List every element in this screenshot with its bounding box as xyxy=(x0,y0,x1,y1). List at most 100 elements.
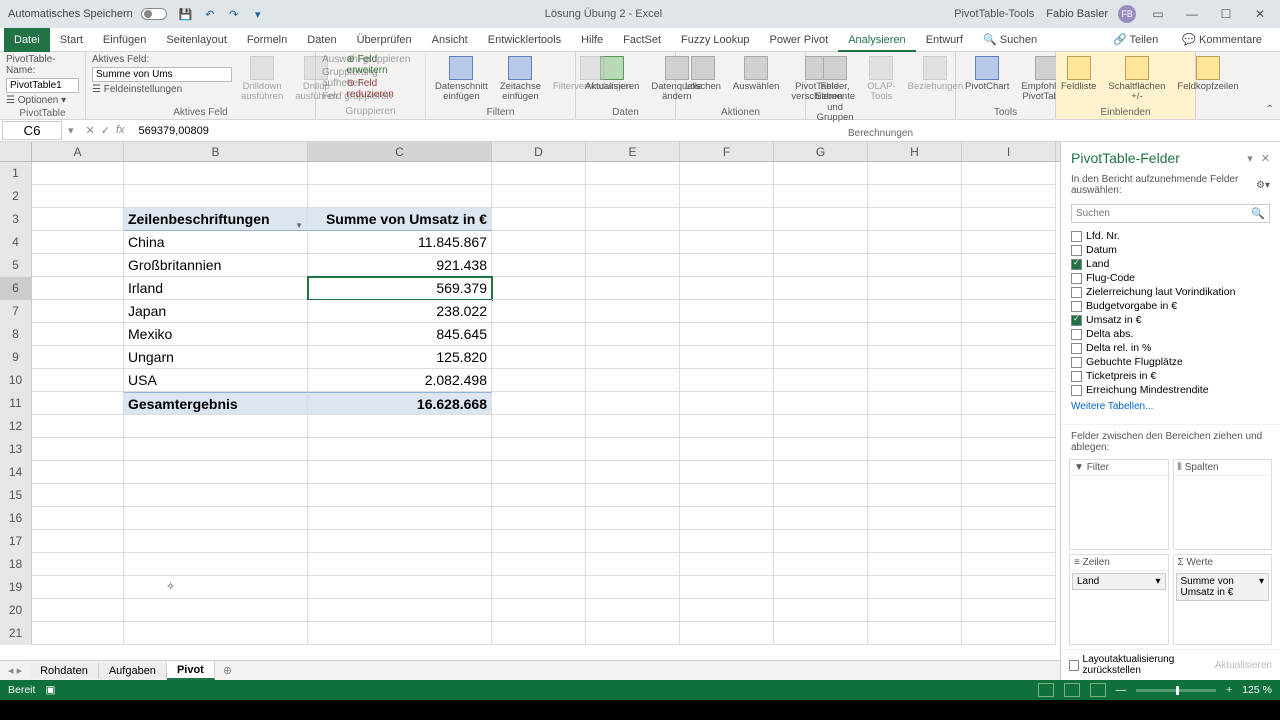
active-field-input[interactable] xyxy=(92,67,232,82)
sheet-nav[interactable]: ◂ ▸ xyxy=(0,664,30,677)
cell[interactable] xyxy=(868,277,962,300)
cell[interactable] xyxy=(680,185,774,208)
cell[interactable] xyxy=(868,208,962,231)
cell[interactable] xyxy=(774,277,868,300)
field-item[interactable]: Umsatz in € xyxy=(1071,313,1270,327)
cell[interactable] xyxy=(586,392,680,415)
cell[interactable] xyxy=(868,185,962,208)
cell[interactable] xyxy=(680,553,774,576)
pivottable-name-input[interactable] xyxy=(6,78,79,93)
row-header[interactable]: 20 xyxy=(0,599,32,622)
cell[interactable] xyxy=(586,323,680,346)
ribbon-display-icon[interactable]: ▭ xyxy=(1146,7,1170,21)
cell[interactable] xyxy=(586,369,680,392)
tab-start[interactable]: Start xyxy=(50,28,93,52)
area-rows-item[interactable]: Land▾ xyxy=(1072,573,1166,590)
name-box[interactable] xyxy=(2,121,62,140)
defer-layout-checkbox[interactable] xyxy=(1069,660,1079,671)
col-header-b[interactable]: B xyxy=(124,142,308,161)
cell[interactable] xyxy=(868,415,962,438)
field-item[interactable]: Datum xyxy=(1071,243,1270,257)
cell[interactable] xyxy=(308,461,492,484)
cell[interactable] xyxy=(774,576,868,599)
cell[interactable] xyxy=(308,576,492,599)
cell[interactable] xyxy=(308,415,492,438)
cell[interactable] xyxy=(962,392,1056,415)
tab-powerpivot[interactable]: Power Pivot xyxy=(760,28,839,52)
cell[interactable] xyxy=(32,323,124,346)
cell[interactable] xyxy=(962,346,1056,369)
slicer-button[interactable]: Datenschnitt einfügen xyxy=(432,54,491,105)
cell[interactable] xyxy=(586,300,680,323)
cell[interactable] xyxy=(492,254,586,277)
zoom-level[interactable]: 125 % xyxy=(1242,684,1272,696)
cell[interactable] xyxy=(32,415,124,438)
row-header[interactable]: 17 xyxy=(0,530,32,553)
cell[interactable] xyxy=(774,530,868,553)
row-header[interactable]: 3 xyxy=(0,208,32,231)
row-header[interactable]: 5 xyxy=(0,254,32,277)
tab-entwicklertools[interactable]: Entwicklertools xyxy=(478,28,571,52)
cell[interactable] xyxy=(962,622,1056,645)
cell[interactable] xyxy=(962,208,1056,231)
cell[interactable] xyxy=(962,484,1056,507)
cell[interactable] xyxy=(868,553,962,576)
tab-hilfe[interactable]: Hilfe xyxy=(571,28,613,52)
cell[interactable] xyxy=(774,231,868,254)
qat-customize-icon[interactable]: ▾ xyxy=(251,7,265,21)
pivottable-options-button[interactable]: ☰ Optionen ▾ xyxy=(6,95,79,106)
col-header-e[interactable]: E xyxy=(586,142,680,161)
cell[interactable] xyxy=(868,622,962,645)
cell[interactable] xyxy=(124,438,308,461)
cell[interactable] xyxy=(32,576,124,599)
zoom-out-icon[interactable]: — xyxy=(1116,684,1127,696)
row-header[interactable]: 19 xyxy=(0,576,32,599)
col-header-g[interactable]: G xyxy=(774,142,868,161)
tab-file[interactable]: Datei xyxy=(4,28,50,52)
cell[interactable] xyxy=(492,599,586,622)
cell[interactable] xyxy=(962,323,1056,346)
cell[interactable] xyxy=(680,346,774,369)
cell[interactable] xyxy=(962,461,1056,484)
cell[interactable] xyxy=(680,461,774,484)
cell[interactable] xyxy=(32,599,124,622)
cell[interactable] xyxy=(774,553,868,576)
cell[interactable] xyxy=(680,300,774,323)
cell[interactable] xyxy=(962,599,1056,622)
cell[interactable] xyxy=(492,622,586,645)
cell[interactable] xyxy=(32,392,124,415)
cell[interactable] xyxy=(124,599,308,622)
cell[interactable]: USA xyxy=(124,369,308,392)
cell[interactable] xyxy=(586,185,680,208)
cell[interactable] xyxy=(680,507,774,530)
tab-ansicht[interactable]: Ansicht xyxy=(422,28,478,52)
sheet-tab-aufgaben[interactable]: Aufgaben xyxy=(99,663,167,679)
save-icon[interactable]: 💾 xyxy=(179,7,193,21)
cell[interactable] xyxy=(774,254,868,277)
col-header-d[interactable]: D xyxy=(492,142,586,161)
cell[interactable] xyxy=(962,300,1056,323)
cell[interactable] xyxy=(492,323,586,346)
share-button[interactable]: 🔗 Teilen xyxy=(1105,31,1166,48)
zoom-slider[interactable] xyxy=(1136,689,1216,692)
cell[interactable] xyxy=(962,254,1056,277)
cell[interactable] xyxy=(962,530,1056,553)
zoom-in-icon[interactable]: + xyxy=(1226,684,1232,696)
cell[interactable] xyxy=(774,392,868,415)
field-item[interactable]: Gebuchte Flugplätze xyxy=(1071,355,1270,369)
cell[interactable] xyxy=(586,208,680,231)
formula-input[interactable]: 569379,00809 xyxy=(133,124,1280,138)
cell[interactable] xyxy=(492,369,586,392)
tab-ueberpruefen[interactable]: Überprüfen xyxy=(347,28,422,52)
cell[interactable] xyxy=(680,622,774,645)
row-header[interactable]: 7 xyxy=(0,300,32,323)
cell[interactable] xyxy=(124,553,308,576)
cell[interactable] xyxy=(124,530,308,553)
cell[interactable]: Großbritannien xyxy=(124,254,308,277)
redo-icon[interactable]: ↷ xyxy=(227,7,241,21)
cell[interactable]: Japan xyxy=(124,300,308,323)
field-checkbox[interactable] xyxy=(1071,245,1082,256)
field-checkbox[interactable] xyxy=(1071,259,1082,270)
cell[interactable] xyxy=(124,576,308,599)
cell[interactable] xyxy=(868,484,962,507)
